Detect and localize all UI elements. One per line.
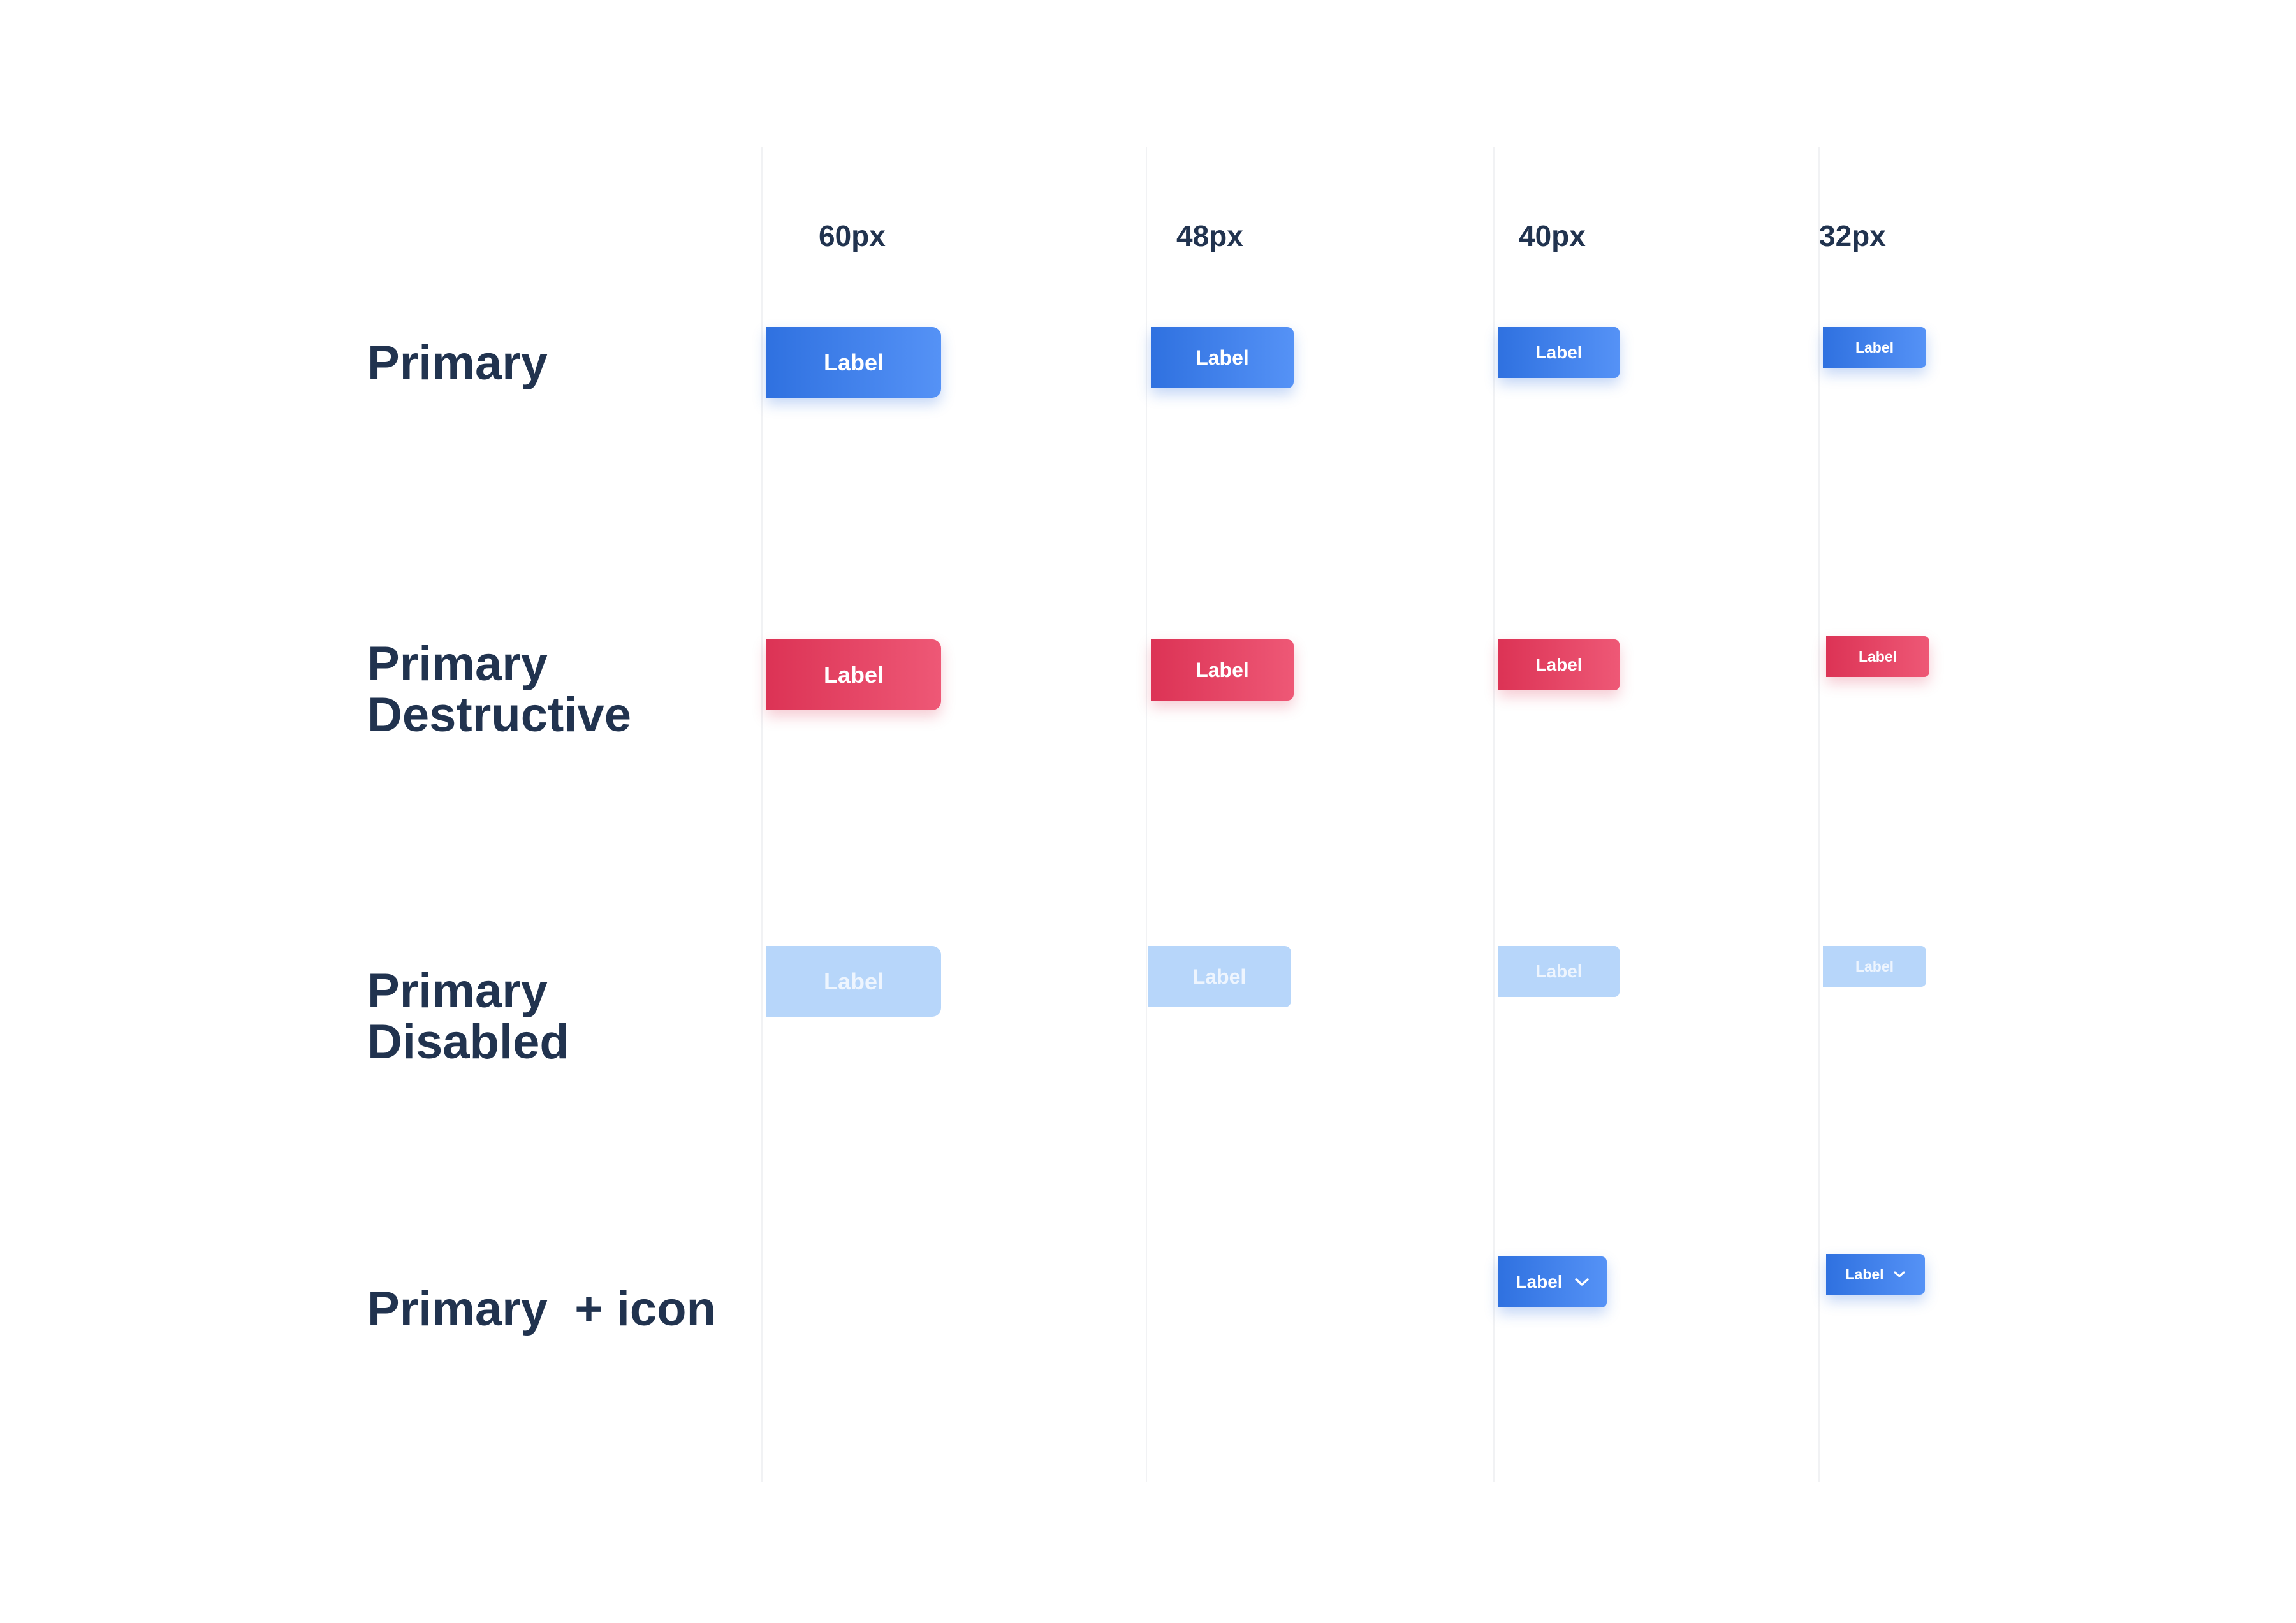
button-label: Label bbox=[1196, 658, 1249, 681]
destructive-button-32[interactable]: Label bbox=[1826, 636, 1929, 677]
primary-button-40[interactable]: Label bbox=[1498, 327, 1620, 378]
disabled-button-60: Label bbox=[766, 946, 941, 1017]
button-label: Label bbox=[1192, 964, 1247, 988]
row-label-primary-destructive: Primary Destructive bbox=[367, 639, 631, 741]
size-header-60: 60px bbox=[819, 219, 886, 252]
primary-button-48[interactable]: Label bbox=[1151, 327, 1294, 388]
destructive-button-40[interactable]: Label bbox=[1498, 639, 1620, 690]
destructive-button-60[interactable]: Label bbox=[766, 639, 941, 710]
chevron-down-icon bbox=[1893, 1270, 1906, 1279]
row-label-disabled-line2: Disabled bbox=[367, 1015, 569, 1069]
row-label-destructive-line1: Primary bbox=[367, 637, 548, 691]
size-header-48: 48px bbox=[1176, 219, 1243, 252]
button-label: Label bbox=[1196, 346, 1249, 369]
disabled-button-40: Label bbox=[1498, 946, 1620, 997]
button-label: Label bbox=[1855, 338, 1894, 356]
column-divider-48 bbox=[1146, 147, 1147, 1482]
row-label-primary-text: Primary bbox=[367, 336, 548, 390]
row-label-primary-disabled: Primary Disabled bbox=[367, 966, 569, 1068]
column-divider-60 bbox=[761, 147, 763, 1482]
size-header-40: 40px bbox=[1519, 219, 1586, 252]
button-label: Label bbox=[1535, 655, 1583, 674]
column-divider-32 bbox=[1818, 147, 1820, 1482]
row-label-destructive-line2: Destructive bbox=[367, 688, 631, 742]
button-label: Label bbox=[1516, 1272, 1563, 1292]
button-label: Label bbox=[1535, 961, 1583, 981]
primary-icon-button-40[interactable]: Label bbox=[1498, 1256, 1607, 1307]
button-label: Label bbox=[1535, 342, 1583, 362]
size-header-32: 32px bbox=[1819, 219, 1886, 252]
primary-icon-button-32[interactable]: Label bbox=[1826, 1254, 1925, 1295]
destructive-button-48[interactable]: Label bbox=[1151, 639, 1294, 701]
button-label: Label bbox=[1855, 957, 1894, 975]
row-label-primary-icon: Primary + icon bbox=[367, 1284, 716, 1335]
button-label: Label bbox=[1845, 1265, 1884, 1283]
row-label-primary: Primary bbox=[367, 338, 548, 389]
row-label-disabled-line1: Primary bbox=[367, 964, 548, 1018]
button-label: Label bbox=[823, 968, 884, 994]
column-divider-40 bbox=[1493, 147, 1495, 1482]
disabled-button-32: Label bbox=[1823, 946, 1926, 987]
disabled-button-48: Label bbox=[1148, 946, 1291, 1007]
chevron-down-icon bbox=[1574, 1277, 1590, 1287]
button-label: Label bbox=[823, 661, 884, 688]
button-label: Label bbox=[1858, 648, 1897, 665]
button-label: Label bbox=[823, 349, 884, 375]
row-label-icon-text: Primary + icon bbox=[367, 1282, 717, 1336]
primary-button-32[interactable]: Label bbox=[1823, 327, 1926, 368]
primary-button-60[interactable]: Label bbox=[766, 327, 941, 398]
